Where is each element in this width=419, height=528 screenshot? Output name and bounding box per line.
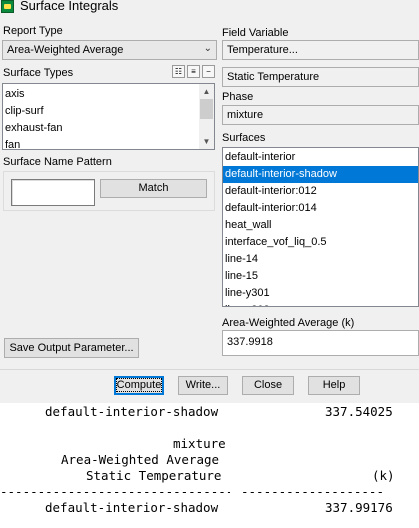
write-button[interactable]: Write... [178, 376, 228, 395]
console-value: 337.99176 [325, 500, 393, 515]
select-all-icon[interactable]: ☷ [172, 65, 185, 78]
result-label: Area-Weighted Average (k) [222, 317, 355, 329]
list-item[interactable]: line-14 [225, 251, 258, 268]
field-variable-label: Field Variable [222, 27, 289, 39]
list-item[interactable]: default-interior:014 [225, 200, 317, 217]
report-type-dropdown[interactable]: Area-Weighted Average ⌄ [2, 40, 217, 60]
surfaces-list[interactable]: default-interior default-interior-shadow… [222, 147, 419, 307]
close-button[interactable]: Close [242, 376, 294, 395]
surfaces-label: Surfaces [222, 132, 266, 144]
console-output[interactable]: default-interior-shadow 337.54025 mixtur… [0, 403, 419, 528]
phase-dropdown[interactable]: mixture [222, 105, 419, 125]
match-button[interactable]: Match [100, 179, 207, 198]
match-button-label: Match [138, 182, 169, 194]
list-item[interactable]: line-y302 [225, 302, 270, 306]
list-item[interactable]: fan [5, 137, 20, 149]
console-surface-name: default-interior-shadow [45, 500, 219, 515]
help-button[interactable]: Help [308, 376, 360, 395]
compute-button[interactable]: Compute [114, 376, 164, 395]
save-output-parameter-label: Save Output Parameter... [9, 342, 134, 354]
list-icon[interactable]: ≡ [187, 65, 200, 78]
help-button-label: Help [322, 379, 346, 391]
console-value: 337.54025 [325, 404, 393, 419]
console-unit: (k) [372, 468, 395, 483]
scroll-up-icon[interactable]: ▲ [199, 84, 214, 99]
list-item-selected[interactable]: default-interior-shadow [223, 166, 418, 183]
field-variable-value: Static Temperature [227, 71, 320, 83]
compute-button-label: Compute [115, 378, 163, 392]
console-report-type: Area-Weighted Average [61, 452, 220, 467]
console-surface-name: default-interior-shadow [45, 404, 219, 419]
save-output-parameter-button[interactable]: Save Output Parameter... [4, 338, 139, 358]
phase-label: Phase [222, 91, 254, 103]
result-value-box: 337.9918 [222, 330, 419, 356]
report-type-value: Area-Weighted Average [7, 44, 124, 56]
console-field-variable: Static Temperature [86, 468, 222, 483]
list-item[interactable]: heat_wall [225, 217, 271, 234]
console-divider-left: -------------------------------- [0, 484, 230, 499]
chevron-down-icon: ⌄ [203, 43, 212, 54]
field-variable-dropdown[interactable]: Static Temperature [222, 67, 419, 87]
window-title: Surface Integrals [20, 0, 119, 13]
list-item[interactable]: line-y301 [225, 285, 270, 302]
console-divider-right: ------------------- [241, 484, 384, 499]
write-button-label: Write... [185, 379, 221, 391]
deselect-icon[interactable]: − [202, 65, 215, 78]
field-variable-category: Temperature... [227, 44, 298, 56]
list-item[interactable]: default-interior:012 [225, 183, 317, 200]
list-item[interactable]: clip-surf [5, 103, 44, 120]
list-item[interactable]: exhaust-fan [5, 120, 62, 137]
phase-value: mixture [227, 109, 264, 121]
report-type-label: Report Type [3, 25, 63, 37]
surface-name-pattern-label: Surface Name Pattern [3, 156, 112, 168]
surface-types-scrollbar[interactable]: ▲ ▼ [199, 84, 214, 149]
surface-integrals-dialog: Surface Integrals Report Type Area-Weigh… [0, 0, 419, 404]
scroll-thumb[interactable] [200, 99, 213, 119]
fluent-app-icon [1, 0, 14, 13]
title-bar[interactable]: Surface Integrals [0, 0, 419, 15]
close-button-label: Close [253, 379, 283, 391]
console-phase: mixture [173, 436, 226, 451]
surface-types-label: Surface Types [3, 67, 74, 79]
list-item[interactable]: axis [5, 86, 25, 103]
result-value: 337.9918 [227, 336, 273, 348]
list-item[interactable]: default-interior [225, 149, 295, 166]
list-item[interactable]: interface_vof_liq_0.5 [225, 234, 327, 251]
list-item[interactable]: line-15 [225, 268, 258, 285]
scroll-down-icon[interactable]: ▼ [199, 134, 214, 149]
surface-types-list[interactable]: axis clip-surf exhaust-fan fan ▲ ▼ [2, 83, 215, 150]
field-variable-category-dropdown[interactable]: Temperature... [222, 40, 419, 60]
surface-name-pattern-input[interactable] [11, 179, 95, 206]
